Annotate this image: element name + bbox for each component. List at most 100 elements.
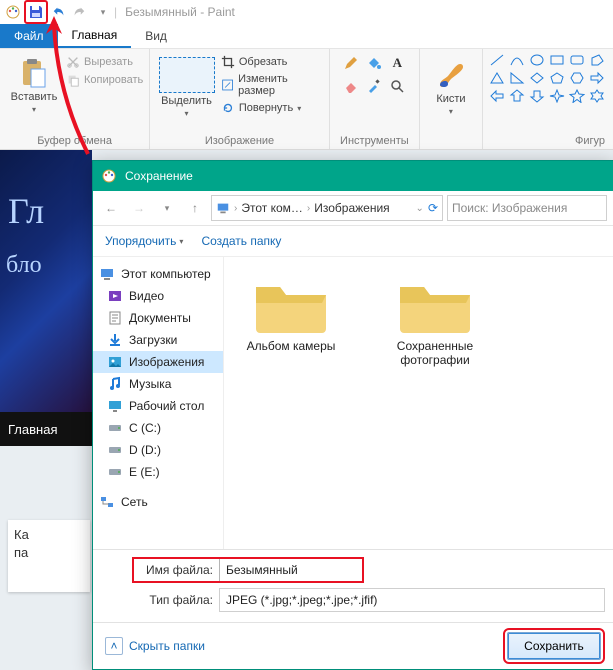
chevron-up-icon: ˄: [105, 637, 123, 655]
folder-content: Альбом камеры Сохраненные фотографии: [224, 257, 613, 549]
pencil-tool[interactable]: [341, 53, 361, 73]
tree-downloads-label: Загрузки: [129, 333, 177, 347]
dialog-footer: ˄ Скрыть папки Сохранить: [93, 622, 613, 669]
new-folder-button[interactable]: Создать папку: [201, 234, 281, 248]
tree-documents[interactable]: Документы: [93, 307, 223, 329]
arrow-left-shape-icon[interactable]: [489, 89, 505, 103]
tree-downloads[interactable]: Загрузки: [93, 329, 223, 351]
folder-camera-album[interactable]: Альбом камеры: [236, 273, 346, 353]
pentagon-shape-icon[interactable]: [549, 71, 565, 85]
breadcrumb-pc[interactable]: Этот ком…: [241, 201, 303, 215]
oval-shape-icon[interactable]: [529, 53, 545, 67]
group-image-label: Изображение: [156, 133, 323, 147]
picker-tool[interactable]: [364, 76, 384, 96]
line-shape-icon[interactable]: [489, 53, 505, 67]
search-input[interactable]: Поиск: Изображения: [447, 195, 607, 221]
arrow-up-shape-icon[interactable]: [509, 89, 525, 103]
save-button[interactable]: [27, 3, 45, 21]
dialog-title: Сохранение: [125, 169, 193, 183]
breadcrumb-folder[interactable]: Изображения: [314, 201, 389, 215]
canvas-nav-label: Главная: [8, 422, 57, 437]
tab-file[interactable]: Файл: [0, 24, 58, 48]
triangle-shape-icon[interactable]: [489, 71, 505, 85]
tree-drive-d[interactable]: D (D:): [93, 439, 223, 461]
hexagon-shape-icon[interactable]: [569, 71, 585, 85]
nav-up-button[interactable]: ↑: [183, 196, 207, 220]
canvas-text-1: Гл: [0, 150, 92, 232]
dialog-fields: Имя файла: Безымянный Тип файла: JPEG (*…: [93, 549, 613, 622]
filetype-value: JPEG (*.jpg;*.jpeg;*.jpe;*.jfif): [226, 593, 377, 607]
resize-button[interactable]: Изменить размер: [221, 73, 323, 97]
group-shapes: Фигур: [483, 49, 613, 149]
tab-view[interactable]: Вид: [131, 24, 181, 48]
quick-access-toolbar: ▾ | Безымянный - Paint: [0, 0, 613, 24]
brushes-button[interactable]: Кисти ▾: [428, 53, 474, 145]
shapes-gallery[interactable]: [489, 53, 607, 133]
star6-shape-icon[interactable]: [589, 89, 605, 103]
rect-shape-icon[interactable]: [549, 53, 565, 67]
nav-back-button[interactable]: ←: [99, 196, 123, 220]
star4-shape-icon[interactable]: [549, 89, 565, 103]
roundrect-shape-icon[interactable]: [569, 53, 585, 67]
curve-shape-icon[interactable]: [509, 53, 525, 67]
folder-tree: Этот компьютер Видео Документы Загрузки …: [93, 257, 224, 549]
rotate-button[interactable]: Повернуть ▾: [221, 101, 323, 115]
filetype-row: Тип файла: JPEG (*.jpg;*.jpeg;*.jpe;*.jf…: [133, 588, 605, 612]
tree-network[interactable]: Сеть: [93, 491, 223, 513]
save-dialog-button[interactable]: Сохранить: [507, 632, 601, 660]
pictures-icon: [107, 354, 123, 370]
tree-this-pc[interactable]: Этот компьютер: [93, 263, 223, 285]
group-clipboard-label: Буфер обмена: [6, 133, 143, 147]
tree-drive-c[interactable]: C (C:): [93, 417, 223, 439]
tree-desktop[interactable]: Рабочий стол: [93, 395, 223, 417]
arrow-down-shape-icon[interactable]: [529, 89, 545, 103]
magnifier-tool[interactable]: [387, 76, 407, 96]
crop-button[interactable]: Обрезать: [221, 55, 323, 69]
select-button[interactable]: Выделить ▾: [156, 53, 217, 133]
undo-button[interactable]: [50, 3, 68, 21]
videos-icon: [107, 288, 123, 304]
filetype-label: Тип файла:: [133, 593, 213, 607]
arrow-right-shape-icon[interactable]: [589, 71, 605, 85]
eraser-tool[interactable]: [341, 76, 361, 96]
fill-tool[interactable]: [364, 53, 384, 73]
tree-videos[interactable]: Видео: [93, 285, 223, 307]
filetype-select[interactable]: JPEG (*.jpg;*.jpeg;*.jpe;*.jfif): [219, 588, 605, 612]
tree-this-pc-label: Этот компьютер: [121, 267, 211, 281]
dialog-body: Этот компьютер Видео Документы Загрузки …: [93, 257, 613, 549]
nav-recent-button[interactable]: ▾: [155, 196, 179, 220]
save-button-highlight: [24, 0, 48, 24]
drive-icon: [107, 420, 123, 436]
diamond-shape-icon[interactable]: [529, 71, 545, 85]
addr-dropdown-icon[interactable]: ⌄: [416, 203, 424, 214]
tab-file-label: Файл: [14, 29, 44, 43]
group-shapes-label: Фигур: [489, 133, 607, 147]
chevron-down-icon: ▾: [179, 237, 183, 246]
paste-button[interactable]: Вставить ▾: [6, 53, 62, 133]
tree-pictures[interactable]: Изображения: [93, 351, 223, 373]
customize-qat-button[interactable]: ▾: [94, 3, 112, 21]
redo-button[interactable]: [70, 3, 88, 21]
nav-forward-button[interactable]: →: [127, 196, 151, 220]
right-triangle-icon[interactable]: [509, 71, 525, 85]
polygon-shape-icon[interactable]: [589, 53, 605, 67]
tree-music[interactable]: Музыка: [93, 373, 223, 395]
chevron-down-icon: ▾: [449, 107, 453, 116]
downloads-icon: [107, 332, 123, 348]
copy-label: Копировать: [84, 74, 143, 86]
copy-button[interactable]: Копировать: [66, 73, 143, 87]
star5-shape-icon[interactable]: [569, 89, 585, 103]
tree-drive-e[interactable]: E (E:): [93, 461, 223, 483]
address-bar[interactable]: › Этот ком… › Изображения ⌄ ⟳: [211, 195, 443, 221]
tree-music-label: Музыка: [129, 377, 171, 391]
tab-home[interactable]: Главная: [58, 24, 132, 48]
tab-home-label: Главная: [72, 28, 118, 42]
organize-button[interactable]: Упорядочить ▾: [105, 234, 183, 248]
group-brushes-label: [426, 145, 476, 147]
hide-folders-button[interactable]: ˄ Скрыть папки: [105, 637, 205, 655]
cut-button[interactable]: Вырезать: [66, 55, 143, 69]
refresh-icon[interactable]: ⟳: [428, 201, 438, 215]
folder-saved-photos[interactable]: Сохраненные фотографии: [380, 273, 490, 368]
filename-input[interactable]: Безымянный: [219, 558, 363, 582]
text-tool[interactable]: A: [387, 53, 407, 73]
